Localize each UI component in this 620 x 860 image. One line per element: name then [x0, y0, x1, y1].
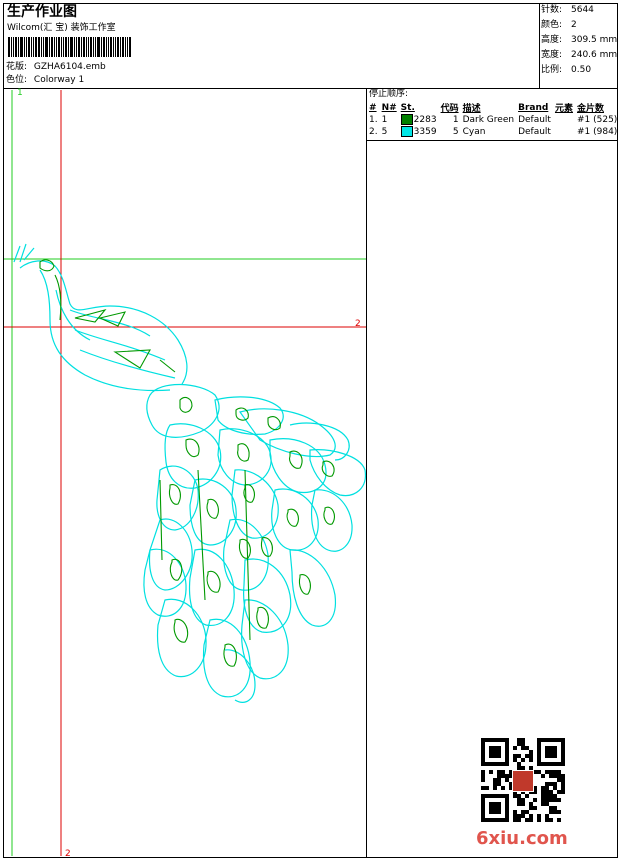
peacock-outline: [13, 243, 367, 703]
design-canvas: 1 2 2: [4, 88, 367, 859]
guide-label-red-right: 2: [355, 319, 361, 329]
watermark-logo: 6xiu.com: [476, 828, 568, 849]
guide-label-green: 1: [17, 88, 23, 98]
guide-label-red-bottom: 2: [65, 849, 71, 859]
seal-stamp: [512, 770, 534, 792]
